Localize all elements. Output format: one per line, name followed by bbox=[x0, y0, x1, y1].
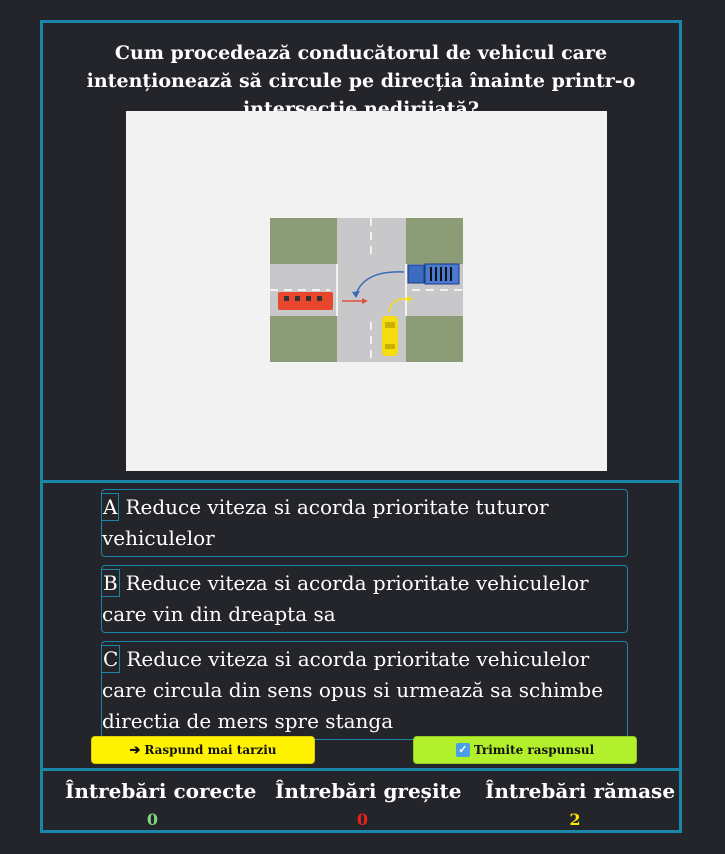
stat-correct-label: Întrebări corecte bbox=[65, 779, 257, 803]
section-divider bbox=[43, 480, 679, 483]
answer-option-a[interactable]: A Reduce viteza si acorda prioritate tutu… bbox=[101, 489, 628, 557]
red-bus bbox=[278, 292, 333, 310]
answer-letter: C bbox=[102, 645, 121, 673]
answer-option-c[interactable]: C Reduce viteza si acorda prioritate vehi… bbox=[101, 641, 628, 740]
grass-corner-tr bbox=[406, 218, 463, 264]
stats-bar: Întrebări corecte 0 Întrebări greșite 0 … bbox=[43, 773, 679, 833]
grass-corner-bl bbox=[270, 316, 337, 362]
answer-letter: A bbox=[102, 493, 120, 521]
answer-later-label: Raspund mai tarziu bbox=[144, 743, 277, 757]
grass-corner-tl bbox=[270, 218, 337, 264]
answer-later-button[interactable]: ➔ Raspund mai tarziu bbox=[91, 736, 315, 764]
submit-answer-label: Trimite raspunsul bbox=[473, 743, 595, 757]
stat-wrong-value: 0 bbox=[356, 810, 369, 829]
submit-answer-button[interactable]: ✓ Trimite raspunsul bbox=[413, 736, 637, 764]
stats-divider bbox=[43, 768, 679, 771]
answer-text: Reduce viteza si acorda prioritate tutur… bbox=[102, 495, 549, 550]
action-buttons: ➔ Raspund mai tarziu ✓ Trimite raspunsul bbox=[91, 736, 637, 764]
stat-remaining-value: 2 bbox=[569, 810, 581, 829]
yellow-car bbox=[382, 316, 398, 356]
checkbox-icon: ✓ bbox=[455, 743, 470, 757]
arrow-right-icon: ➔ bbox=[129, 742, 141, 758]
question-panel: Cum procedează conducătorul de vehicul c… bbox=[43, 23, 679, 480]
answer-option-b[interactable]: B Reduce viteza si acorda prioritate vehi… bbox=[101, 565, 628, 633]
grass-corner-br bbox=[406, 316, 463, 362]
answer-letter: B bbox=[102, 569, 120, 597]
stat-wrong-label: Întrebări greșite bbox=[275, 779, 462, 803]
stat-correct-value: 0 bbox=[146, 810, 159, 829]
answer-list: A Reduce viteza si acorda prioritate tutu… bbox=[101, 489, 628, 748]
answer-text: Reduce viteza si acorda prioritate vehic… bbox=[102, 647, 604, 733]
answer-text: Reduce viteza si acorda prioritate vehic… bbox=[102, 571, 589, 626]
question-image bbox=[126, 111, 607, 471]
blue-truck bbox=[407, 263, 460, 285]
stat-correct: Întrebări corecte 0 bbox=[65, 773, 257, 831]
stat-remaining: Întrebări rămase 2 bbox=[485, 773, 676, 831]
intersection-diagram bbox=[270, 218, 463, 362]
stat-remaining-label: Întrebări rămase bbox=[485, 779, 676, 803]
stat-wrong: Întrebări greșite 0 bbox=[275, 773, 462, 831]
quiz-frame: Cum procedează conducătorul de vehicul c… bbox=[40, 20, 682, 833]
